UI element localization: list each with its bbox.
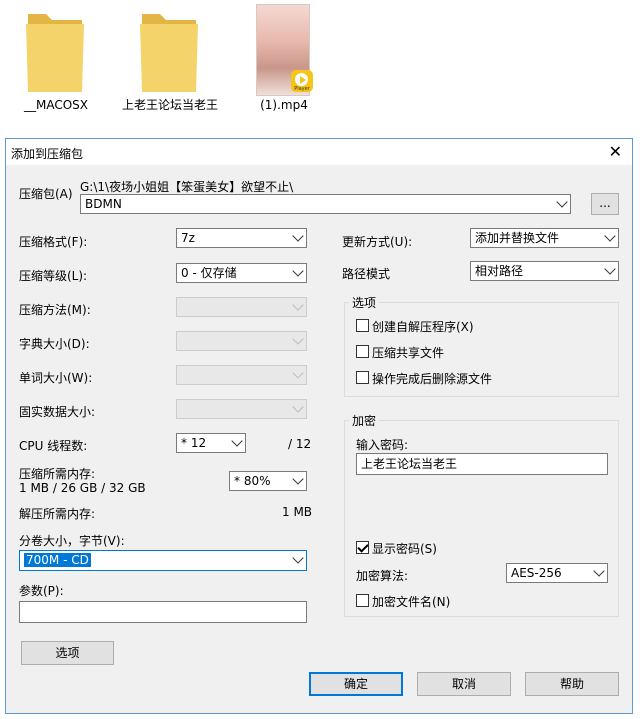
mem-label: 压缩所需内存: <box>19 467 96 481</box>
split-combo[interactable]: 700M - CD <box>19 550 307 571</box>
archive-path: G:\1\夜场小姐姐【笨蛋美女】欲望不止\ <box>80 180 294 194</box>
algo-combo[interactable]: AES-256 <box>506 563 608 583</box>
ok-button[interactable]: 确定 <box>309 672 403 696</box>
options-group-title: 选项 <box>349 294 380 311</box>
update-label: 更新方式(U): <box>342 235 413 249</box>
chevron-down-icon <box>604 230 616 242</box>
chevron-down-icon <box>231 435 243 447</box>
sfx-label: 创建自解压程序(X) <box>372 320 474 334</box>
format-value: 7z <box>181 231 195 245</box>
cpu-value: * 12 <box>181 436 207 450</box>
password-label: 输入密码: <box>356 438 409 452</box>
show-password-label: 显示密码(S) <box>372 542 437 556</box>
mem-detail: 1 MB / 26 GB / 32 GB <box>19 481 146 495</box>
chevron-down-icon <box>292 299 304 311</box>
params-label: 参数(P): <box>19 584 64 598</box>
path-label: 路径模式 <box>342 267 391 281</box>
archive-name-combo[interactable]: BDMN <box>80 194 571 214</box>
player-badge-label: Player <box>294 86 310 92</box>
split-label: 分卷大小，字节(V): <box>19 534 125 548</box>
chevron-down-icon <box>593 565 605 577</box>
cpu-combo[interactable]: * 12 <box>176 433 246 453</box>
password-input[interactable]: 上老王论坛当老王 <box>356 453 608 475</box>
format-label: 压缩格式(F): <box>19 235 88 249</box>
solid-label: 固实数据大小: <box>19 405 96 419</box>
delete-source-label: 操作完成后删除源文件 <box>372 372 493 386</box>
delete-source-checkbox[interactable] <box>356 371 369 384</box>
word-label: 单词大小(W): <box>19 371 93 385</box>
shared-checkbox[interactable] <box>356 345 369 358</box>
algo-value: AES-256 <box>511 566 562 580</box>
chevron-down-icon <box>556 196 568 208</box>
chevron-down-icon <box>292 265 304 277</box>
update-value: 添加并替换文件 <box>475 231 560 245</box>
cancel-button[interactable]: 取消 <box>417 672 511 696</box>
encrypt-group-title: 加密 <box>349 412 380 429</box>
archive-name-value: BDMN <box>85 197 122 211</box>
desktop-item-label: __MACOSX <box>23 98 88 112</box>
sfx-checkbox[interactable] <box>356 319 369 332</box>
method-combo[interactable] <box>176 297 307 317</box>
cpu-label: CPU 线程数: <box>19 439 88 453</box>
dialog-title: 添加到压缩包 <box>11 147 84 161</box>
help-button[interactable]: 帮助 <box>525 672 619 696</box>
chevron-down-icon <box>292 367 304 379</box>
decomp-value: 1 MB <box>282 505 313 519</box>
dict-label: 字典大小(D): <box>19 337 90 351</box>
path-value: 相对路径 <box>475 264 524 278</box>
add-to-archive-dialog: 添加到压缩包 ✕ 压缩包(A) G:\1\夜场小姐姐【笨蛋美女】欲望不止\ BD… <box>5 138 633 714</box>
browse-button[interactable]: ... <box>591 193 619 215</box>
mem-value: * 80% <box>234 474 271 488</box>
params-input[interactable] <box>19 601 307 623</box>
desktop-item-label: (1).mp4 <box>260 98 308 112</box>
level-value: 0 - 仅存储 <box>181 266 237 280</box>
folder-icon <box>26 14 84 92</box>
level-label: 压缩等级(L): <box>19 269 88 283</box>
format-combo[interactable]: 7z <box>176 228 307 248</box>
desktop-item-label: 上老王论坛当老王 <box>121 98 218 112</box>
chevron-down-icon <box>292 230 304 242</box>
chevron-down-icon <box>292 473 304 485</box>
archive-label: 压缩包(A) <box>19 187 73 201</box>
cpu-max: / 12 <box>288 437 312 451</box>
chevron-down-icon <box>292 401 304 413</box>
word-combo[interactable] <box>176 365 307 385</box>
path-combo[interactable]: 相对路径 <box>470 261 619 281</box>
algo-label: 加密算法: <box>356 569 409 583</box>
decomp-label: 解压所需内存: <box>19 507 96 521</box>
mem-combo[interactable]: * 80% <box>229 471 307 491</box>
player-badge-icon: Player <box>291 70 313 92</box>
title-bar: 添加到压缩包 ✕ <box>6 139 632 165</box>
solid-combo[interactable] <box>176 399 307 419</box>
show-password-checkbox[interactable] <box>356 541 369 554</box>
folder-icon <box>140 14 198 92</box>
chevron-down-icon <box>292 552 304 564</box>
split-value: 700M - CD <box>24 553 91 567</box>
close-icon[interactable]: ✕ <box>609 142 622 161</box>
level-combo[interactable]: 0 - 仅存储 <box>176 263 307 283</box>
encrypt-names-checkbox[interactable] <box>356 594 369 607</box>
update-combo[interactable]: 添加并替换文件 <box>470 228 619 248</box>
chevron-down-icon <box>292 333 304 345</box>
shared-label: 压缩共享文件 <box>372 346 445 360</box>
chevron-down-icon <box>604 263 616 275</box>
dict-combo[interactable] <box>176 331 307 351</box>
options-button[interactable]: 选项 <box>21 641 114 665</box>
method-label: 压缩方法(M): <box>19 303 91 317</box>
encrypt-names-label: 加密文件名(N) <box>372 595 451 609</box>
